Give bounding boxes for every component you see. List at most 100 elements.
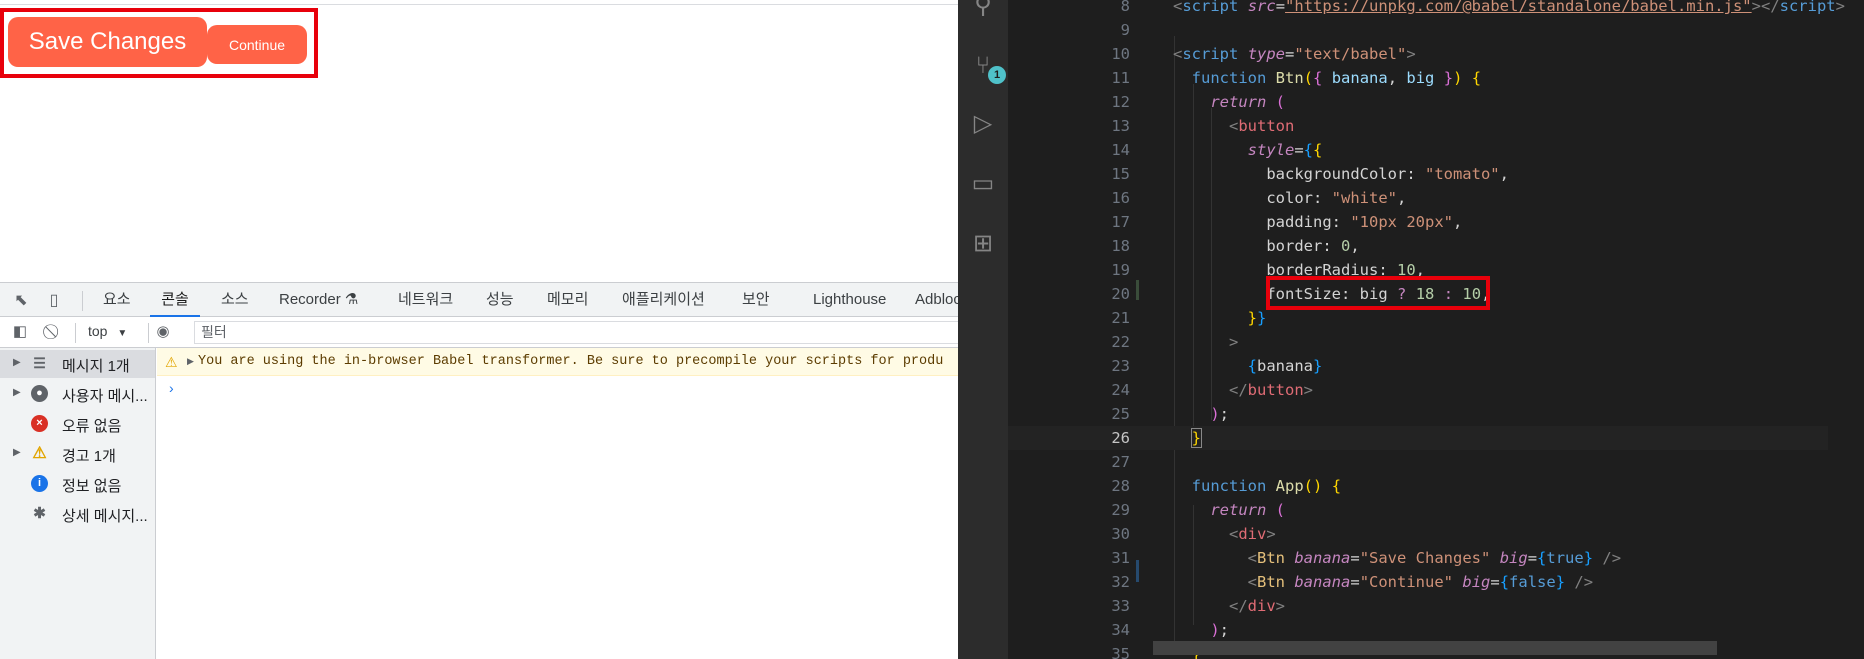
sidebar-item-label: 상세 메시지... — [62, 508, 148, 525]
line-number: 11 — [1111, 69, 1130, 87]
warning-icon: ⚠ — [32, 445, 47, 462]
sidebar-item-label: 정보 없음 — [62, 478, 122, 495]
sidebar-item-warnings[interactable]: ▶ ⚠ 경고 1개 — [0, 440, 155, 468]
code-line: 32 <Btn banana="Continue" big={false} /> — [1008, 570, 1828, 594]
code-line: 13 <button — [1008, 114, 1828, 138]
console-prompt[interactable]: › — [169, 380, 174, 396]
code-line: 27 — [1008, 450, 1828, 474]
line-number: 34 — [1111, 621, 1130, 639]
expand-arrow-icon: ▶ — [13, 447, 21, 458]
line-number: 18 — [1111, 237, 1130, 255]
info-icon: i — [31, 475, 48, 492]
line-number: 9 — [1120, 21, 1130, 39]
code-line: 10 <script type="text/babel"> — [1008, 42, 1828, 66]
tab-network[interactable]: 네트워크 — [398, 283, 453, 317]
line-number: 17 — [1111, 213, 1130, 231]
sidebar-item-label: 메시지 1개 — [62, 358, 130, 375]
tab-console[interactable]: 콘솔 — [150, 283, 200, 317]
line-number: 31 — [1111, 549, 1130, 567]
tab-application[interactable]: 애플리케이션 — [622, 283, 705, 317]
line-number: 27 — [1111, 453, 1130, 471]
tab-performance[interactable]: 성능 — [486, 283, 514, 317]
line-number: 23 — [1111, 357, 1130, 375]
inspect-element-icon[interactable]: ⬉ — [11, 291, 31, 311]
tab-recorder[interactable]: Recorder ⚗ — [279, 283, 358, 317]
sidebar-item-verbose[interactable]: ✱ 상세 메시지... — [0, 500, 155, 528]
line-number: 24 — [1111, 381, 1130, 399]
console-output: ⚠ ▶ You are using the in-browser Babel t… — [157, 348, 958, 659]
line-number: 19 — [1111, 261, 1130, 279]
error-icon: × — [31, 415, 48, 432]
code-line: 24 </button> — [1008, 378, 1828, 402]
continue-button[interactable]: Continue — [207, 25, 307, 64]
tab-security[interactable]: 보안 — [742, 283, 770, 317]
console-sidebar: ▶ ☰ 메시지 1개 ▶ ● 사용자 메시... × 오류 없음 ▶ ⚠ 경고 … — [0, 348, 156, 659]
code-line: 28 function App() { — [1008, 474, 1828, 498]
remote-explorer-icon[interactable]: ▭ — [969, 170, 997, 198]
line-number: 29 — [1111, 501, 1130, 519]
devtools-panel: ⬉ ▯ 요소 콘솔 소스 Recorder ⚗ 네트워크 성능 메모리 애플리케… — [0, 282, 958, 659]
device-toggle-icon[interactable]: ▯ — [44, 291, 64, 311]
line-number: 20 — [1111, 285, 1130, 303]
tab-lighthouse[interactable]: Lighthouse — [813, 283, 886, 317]
code-line: 14 style={{ — [1008, 138, 1828, 162]
run-debug-icon[interactable]: ▷ — [969, 110, 997, 138]
sidebar-item-label: 경고 1개 — [62, 448, 116, 465]
line-number: 32 — [1111, 573, 1130, 591]
sidebar-item-label: 오류 없음 — [62, 418, 122, 435]
bug-icon: ✱ — [33, 505, 46, 522]
line-number: 35 — [1111, 645, 1130, 659]
line-number: 16 — [1111, 189, 1130, 207]
code-line: 31 <Btn banana="Save Changes" big={true}… — [1008, 546, 1828, 570]
code-line: 8 <script src="https://unpkg.com/@babel/s… — [1008, 0, 1845, 18]
line-number: 26 — [1111, 429, 1130, 447]
expand-arrow-icon[interactable]: ▶ — [187, 356, 194, 367]
extensions-icon[interactable]: ⊞ — [969, 230, 997, 258]
sidebar-item-user-messages[interactable]: ▶ ● 사용자 메시... — [0, 380, 155, 408]
tab-sources[interactable]: 소스 — [221, 283, 249, 317]
sidebar-item-label: 사용자 메시... — [62, 388, 148, 405]
save-changes-button[interactable]: Save Changes — [8, 17, 207, 67]
warning-icon: ⚠ — [165, 354, 178, 370]
code-line-current: 26 } — [1008, 426, 1828, 450]
code-line: 17 padding: "10px 20px", — [1008, 210, 1828, 234]
line-number: 21 — [1111, 309, 1130, 327]
code-line: 29 return ( — [1008, 498, 1828, 522]
console-warning-row: ⚠ ▶ You are using the in-browser Babel t… — [157, 348, 958, 376]
filter-input[interactable]: 필터 — [194, 321, 958, 344]
code-line: 18 border: 0, — [1008, 234, 1828, 258]
page-top-border — [0, 4, 958, 5]
activity-bar: ⚲ ⑂ 1 ▷ ▭ ⊞ — [958, 0, 1008, 659]
tab-memory[interactable]: 메모리 — [547, 283, 588, 317]
devtools-tab-bar: ⬉ ▯ 요소 콘솔 소스 Recorder ⚗ 네트워크 성능 메모리 애플리케… — [0, 282, 958, 317]
code-editor[interactable]: 8 <script src="https://unpkg.com/@babel/s… — [1008, 0, 1864, 659]
sidebar-item-errors[interactable]: × 오류 없음 — [0, 410, 155, 438]
toolbar-divider — [75, 323, 76, 343]
code-line: 22 > — [1008, 330, 1828, 354]
live-expression-eye-icon[interactable]: ◉ — [152, 323, 174, 341]
line-number: 12 — [1111, 93, 1130, 111]
context-select[interactable]: top ▼ — [88, 323, 127, 339]
code-line: 15 backgroundColor: "tomato", — [1008, 162, 1828, 186]
toolbar-divider — [148, 323, 149, 343]
code-line: 16 color: "white", — [1008, 186, 1828, 210]
sidebar-item-info[interactable]: i 정보 없음 — [0, 470, 155, 498]
clear-console-icon[interactable]: ⃠ — [45, 323, 63, 341]
search-icon[interactable]: ⚲ — [969, 0, 997, 20]
code-line: 9 — [1008, 18, 1828, 42]
tab-elements[interactable]: 요소 — [103, 283, 131, 317]
sidebar-toggle-icon[interactable]: ◧ — [11, 323, 29, 341]
line-number: 10 — [1111, 45, 1130, 63]
code-line: 30 <div> — [1008, 522, 1828, 546]
tab-adblock[interactable]: Adblock — [915, 283, 958, 317]
expand-arrow-icon: ▶ — [13, 387, 21, 398]
code-line: 25 ); — [1008, 402, 1828, 426]
context-value: top — [88, 323, 108, 339]
horizontal-scrollbar[interactable] — [1153, 641, 1717, 655]
toolbar-divider — [82, 291, 83, 311]
expand-arrow-icon: ▶ — [13, 357, 21, 368]
user-icon: ● — [31, 385, 48, 402]
list-icon: ☰ — [33, 355, 46, 371]
sidebar-item-messages[interactable]: ▶ ☰ 메시지 1개 — [0, 350, 155, 378]
line-number: 28 — [1111, 477, 1130, 495]
